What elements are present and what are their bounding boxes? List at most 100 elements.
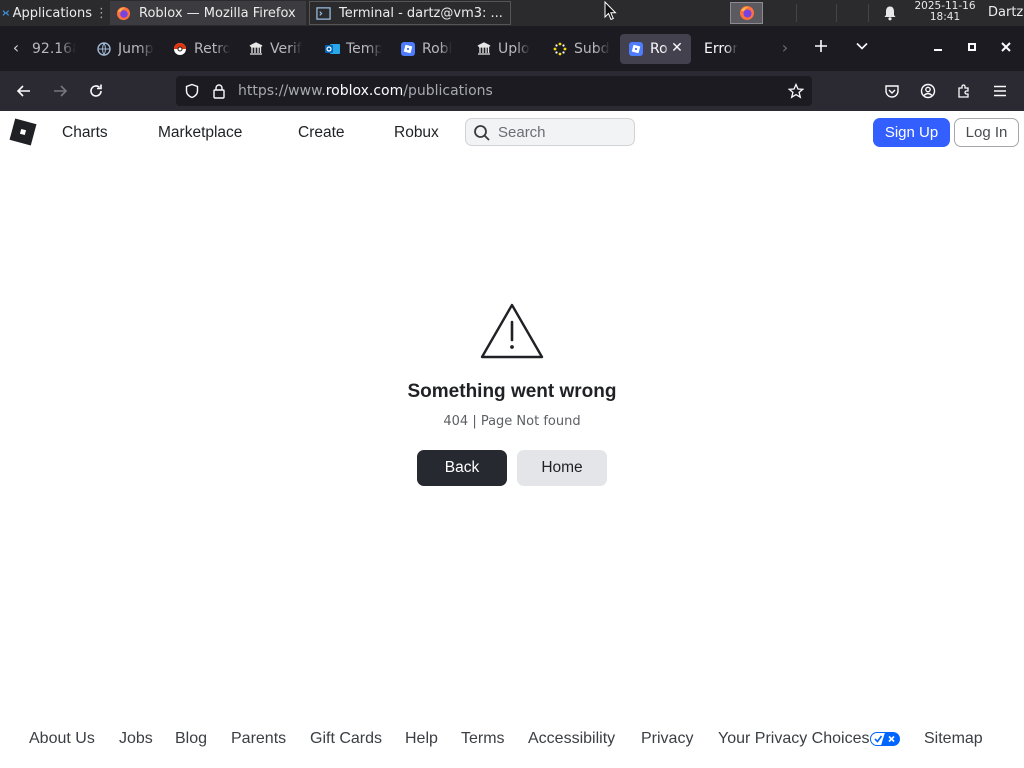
log-in-button[interactable]: Log In: [954, 118, 1019, 147]
url-path: /publications: [403, 83, 493, 99]
error-title: Something went wrong: [407, 381, 617, 402]
notification-bell-icon[interactable]: [882, 5, 898, 21]
lock-icon[interactable]: [211, 83, 227, 99]
tab-upload[interactable]: Uplo: [476, 34, 534, 64]
extensions-button[interactable]: [954, 81, 974, 101]
tabs-scroll-right-button[interactable]: ›: [775, 38, 795, 58]
bank-icon: [477, 42, 491, 55]
pokeball-icon: [174, 43, 186, 55]
tabs-scroll-left-button[interactable]: ‹: [6, 38, 26, 58]
footer-link-jobs[interactable]: Jobs: [119, 730, 153, 748]
footer-link-blog[interactable]: Blog: [175, 730, 207, 748]
app-menu-button[interactable]: [990, 81, 1010, 101]
applications-label: Applications: [12, 5, 92, 21]
new-tab-button[interactable]: [810, 37, 832, 59]
tab-label: Jump: [118, 41, 154, 57]
os-taskbar: Applications ⋮ Roblox — Mozilla Firefox …: [0, 0, 1024, 26]
close-window-button[interactable]: [996, 38, 1016, 58]
nav-create[interactable]: Create: [298, 124, 345, 142]
nav-robux[interactable]: Robux: [394, 124, 439, 142]
tab-roblox-active[interactable]: Ro ✕: [620, 34, 691, 64]
tab-label: Verif: [270, 41, 302, 57]
sign-up-button[interactable]: Sign Up: [873, 118, 950, 147]
nav-marketplace[interactable]: Marketplace: [158, 124, 242, 142]
taskbar-item-label: Terminal - dartz@vm3: ...: [339, 5, 503, 21]
bookmark-star-icon[interactable]: [788, 83, 804, 99]
browser-tabstrip: ‹ 92.168 Jump Retro Verif Temp Robl Uplo…: [0, 26, 1024, 71]
mouse-cursor-icon: [604, 1, 617, 21]
back-page-button[interactable]: Back: [417, 450, 507, 486]
pocket-button[interactable]: [882, 81, 902, 101]
tab-error[interactable]: Error: [704, 34, 764, 64]
tab-close-icon[interactable]: ✕: [669, 40, 685, 56]
roblox-header: Charts Marketplace Create Robux Sign Up …: [0, 111, 1024, 151]
clock-time: 18:41: [929, 11, 961, 23]
footer-link-help[interactable]: Help: [405, 730, 438, 748]
maximize-button[interactable]: [962, 38, 982, 58]
plus-icon: [815, 40, 827, 52]
footer-link-privacy[interactable]: Privacy: [641, 730, 693, 748]
roblox-icon: [401, 42, 415, 56]
taskbar-item-terminal[interactable]: Terminal - dartz@vm3: ...: [309, 1, 511, 25]
footer-link-parents[interactable]: Parents: [231, 730, 286, 748]
bank-icon: [249, 42, 263, 55]
tracking-shield-icon[interactable]: [184, 83, 200, 99]
hamburger-menu-icon: [994, 85, 1006, 97]
list-all-tabs-button[interactable]: [851, 37, 873, 59]
forward-button[interactable]: [49, 80, 71, 102]
tab-roblox-1[interactable]: Robl: [400, 34, 458, 64]
maximize-icon: [968, 43, 976, 51]
minimize-icon: [934, 49, 942, 51]
url-bar[interactable]: https://www.roblox.com/publications: [176, 76, 812, 106]
url-host: roblox.com: [325, 83, 404, 99]
footer-link-privacy-choices[interactable]: Your Privacy Choices: [718, 730, 901, 748]
account-button[interactable]: [918, 81, 938, 101]
url-text[interactable]: https://www.roblox.com/publications: [238, 83, 493, 99]
tab-label: Robl: [422, 41, 453, 57]
reload-button[interactable]: [85, 80, 107, 102]
tab-verify[interactable]: Verif: [248, 34, 306, 64]
browser-navbar: https://www.roblox.com/publications: [0, 71, 1024, 111]
footer-link-gift-cards[interactable]: Gift Cards: [310, 730, 382, 748]
clock[interactable]: 2025-11-16 18:41: [908, 1, 982, 23]
tab-label: Subd: [574, 41, 610, 57]
close-icon: [1001, 42, 1011, 52]
divider: [868, 4, 869, 22]
footer-link-sitemap[interactable]: Sitemap: [924, 730, 983, 748]
tab-jump[interactable]: Jump: [96, 34, 154, 64]
tab-subdomain[interactable]: Subd: [552, 34, 610, 64]
outlook-icon: [324, 44, 340, 54]
user-menu[interactable]: Dartz: [988, 5, 1023, 20]
search-input[interactable]: [498, 122, 628, 142]
sparkle-icon: [553, 42, 567, 56]
workspace-firefox-thumb[interactable]: [730, 2, 763, 24]
puzzle-piece-icon: [958, 84, 969, 98]
error-subtitle: 404 | Page Not found: [443, 414, 581, 429]
nav-charts[interactable]: Charts: [62, 124, 108, 142]
divider: [796, 4, 797, 22]
globe-icon: [97, 42, 111, 56]
tab-label: Uplo: [498, 41, 530, 57]
tab-temp[interactable]: Temp: [324, 34, 382, 64]
privacy-choices-toggle-icon: [870, 731, 901, 746]
chevron-down-icon: [856, 42, 868, 50]
firefox-icon: [116, 6, 131, 20]
firefox-icon: [739, 6, 754, 20]
taskbar-item-firefox[interactable]: Roblox — Mozilla Firefox: [110, 1, 306, 25]
footer-link-accessibility[interactable]: Accessibility: [528, 730, 615, 748]
footer-link-terms[interactable]: Terms: [461, 730, 505, 748]
applications-menu[interactable]: Applications ⋮: [0, 0, 108, 26]
minimize-button[interactable]: [928, 38, 948, 58]
roblox-logo-icon[interactable]: [8, 117, 38, 147]
tab-label: 92.168: [32, 41, 76, 57]
roblox-icon: [629, 42, 643, 56]
taskbar-item-label: Roblox — Mozilla Firefox: [139, 5, 296, 21]
back-button[interactable]: [13, 80, 35, 102]
arrow-left-icon: [16, 85, 30, 97]
search-box[interactable]: [465, 118, 635, 146]
footer-link-about-us[interactable]: About Us: [29, 730, 95, 748]
tab-ip[interactable]: 92.168: [32, 34, 76, 64]
warning-triangle-icon: [480, 303, 544, 359]
home-button[interactable]: Home: [517, 450, 607, 486]
tab-retro[interactable]: Retro: [172, 34, 230, 64]
